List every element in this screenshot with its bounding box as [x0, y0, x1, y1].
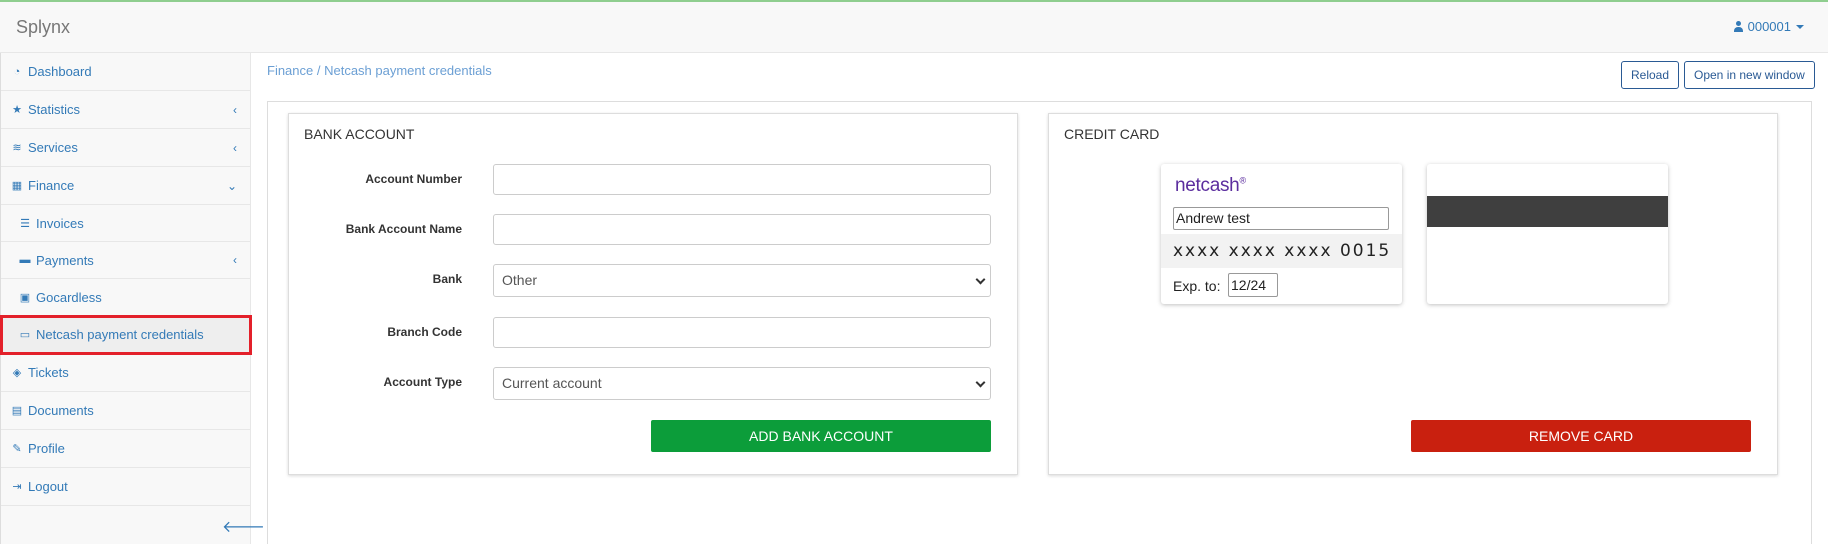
- sidebar-item-label: Profile: [28, 441, 65, 456]
- sidebar-item-label: Services: [28, 140, 78, 155]
- star-icon: ★: [12, 104, 22, 116]
- sidebar-item-gocardless[interactable]: ▣ Gocardless: [1, 279, 251, 316]
- bank-label: Bank: [432, 272, 462, 286]
- user-icon: [1733, 21, 1743, 32]
- chevron-left-icon: ‹: [233, 140, 237, 155]
- sidebar-item-netcash-payment-credentials[interactable]: ▭ Netcash payment credentials: [0, 315, 252, 355]
- netcash-logo: netcash®: [1175, 175, 1246, 196]
- user-id: 000001: [1747, 19, 1791, 34]
- chevron-down-icon: [975, 377, 986, 388]
- bank-account-name-label: Bank Account Name: [345, 222, 462, 236]
- wifi-icon: ≋: [12, 142, 22, 154]
- sidebar-item-label: Invoices: [36, 215, 84, 231]
- sidebar-item-label: Netcash payment credentials: [36, 327, 204, 342]
- bank-account-panel: BANK ACCOUNT Account Number Bank Account…: [288, 113, 1018, 475]
- bank-select-value: Other: [502, 272, 538, 288]
- magnetic-stripe: [1427, 196, 1668, 227]
- bank-select[interactable]: Other: [493, 264, 991, 297]
- sidebar-item-label: Statistics: [28, 102, 81, 117]
- top-navbar: Splynx 000001: [0, 2, 1828, 53]
- expiry-label: Exp. to:: [1173, 278, 1221, 294]
- sidebar-item-dashboard[interactable]: ◔ Dashboard: [1, 53, 251, 91]
- bank-account-name-input[interactable]: [493, 214, 991, 245]
- sidebar-item-invoices[interactable]: ☰ Invoices: [1, 205, 251, 242]
- card-front: netcash® Andrew test xxxx xxxx xxxx 0015…: [1161, 164, 1402, 304]
- sidebar-item-label: Gocardless: [36, 289, 102, 305]
- sidebar-item-label: Documents: [28, 403, 94, 418]
- credit-card-title: CREDIT CARD: [1064, 126, 1160, 142]
- credit-card-icon: ▭: [19, 329, 31, 341]
- chevron-down-icon: ⌄: [226, 178, 237, 193]
- add-bank-account-button[interactable]: ADD BANK ACCOUNT: [651, 420, 991, 452]
- sidebar-item-label: Tickets: [28, 365, 69, 380]
- document-icon: ▤: [11, 405, 23, 417]
- sidebar-item-logout[interactable]: ⇥ Logout: [1, 468, 251, 506]
- calculator-icon: ▦: [11, 180, 23, 192]
- chevron-left-icon: ‹: [233, 102, 237, 117]
- sidebar-item-payments[interactable]: ▬ Payments ‹: [1, 242, 251, 279]
- account-number-label: Account Number: [365, 172, 462, 186]
- sidebar-item-statistics[interactable]: ★ Statistics ‹: [1, 91, 251, 129]
- breadcrumb[interactable]: Finance / Netcash payment credentials: [267, 63, 492, 78]
- branch-code-input[interactable]: [493, 317, 991, 348]
- chevron-down-icon: [975, 274, 986, 285]
- collapse-sidebar-icon[interactable]: 🡐: [222, 516, 265, 537]
- card-number: xxxx xxxx xxxx 0015: [1173, 241, 1392, 261]
- remove-card-button[interactable]: REMOVE CARD: [1411, 420, 1751, 452]
- id-card-icon: ▣: [19, 291, 31, 304]
- sidebar-item-label: Dashboard: [28, 64, 92, 79]
- credit-card-panel: CREDIT CARD netcash® Andrew test xxxx xx…: [1048, 113, 1778, 475]
- account-type-select[interactable]: Current account: [493, 367, 991, 400]
- account-type-label: Account Type: [383, 375, 462, 389]
- ticket-icon: ◈: [12, 367, 22, 379]
- branch-code-label: Branch Code: [387, 325, 462, 339]
- sidebar-item-profile[interactable]: ✎ Profile: [1, 430, 251, 468]
- expiry-field[interactable]: 12/24: [1228, 273, 1278, 297]
- bank-account-title: BANK ACCOUNT: [304, 126, 415, 142]
- pencil-icon: ✎: [12, 443, 22, 455]
- user-menu[interactable]: 000001: [1733, 19, 1804, 34]
- sidebar-item-label: Finance: [28, 178, 75, 193]
- account-number-input[interactable]: [493, 164, 991, 195]
- sidebar-item-services[interactable]: ≋ Services ‹: [1, 129, 251, 167]
- sidebar-item-tickets[interactable]: ◈ Tickets: [1, 354, 251, 392]
- chevron-left-icon: ‹: [233, 253, 237, 267]
- cardholder-name-field[interactable]: Andrew test: [1173, 207, 1389, 230]
- dashboard-icon: ◔: [13, 65, 21, 78]
- brand-logo[interactable]: Splynx: [16, 17, 70, 38]
- sidebar-item-label: Payments: [36, 252, 94, 268]
- sidebar-item-label: Logout: [28, 479, 68, 494]
- reload-button[interactable]: Reload: [1621, 61, 1680, 89]
- list-icon: ☰: [20, 217, 30, 230]
- archive-icon: ▬: [19, 254, 31, 266]
- sidebar-item-finance[interactable]: ▦ Finance ⌄: [1, 167, 251, 205]
- account-type-select-value: Current account: [502, 375, 602, 391]
- sidebar: ◔ Dashboard ★ Statistics ‹ ≋ Services ‹ …: [0, 53, 265, 544]
- sidebar-item-documents[interactable]: ▤ Documents: [1, 392, 251, 430]
- logout-icon: ⇥: [12, 481, 22, 493]
- card-back: [1427, 164, 1668, 304]
- caret-down-icon: [1796, 24, 1804, 29]
- open-new-window-button[interactable]: Open in new window: [1684, 61, 1815, 89]
